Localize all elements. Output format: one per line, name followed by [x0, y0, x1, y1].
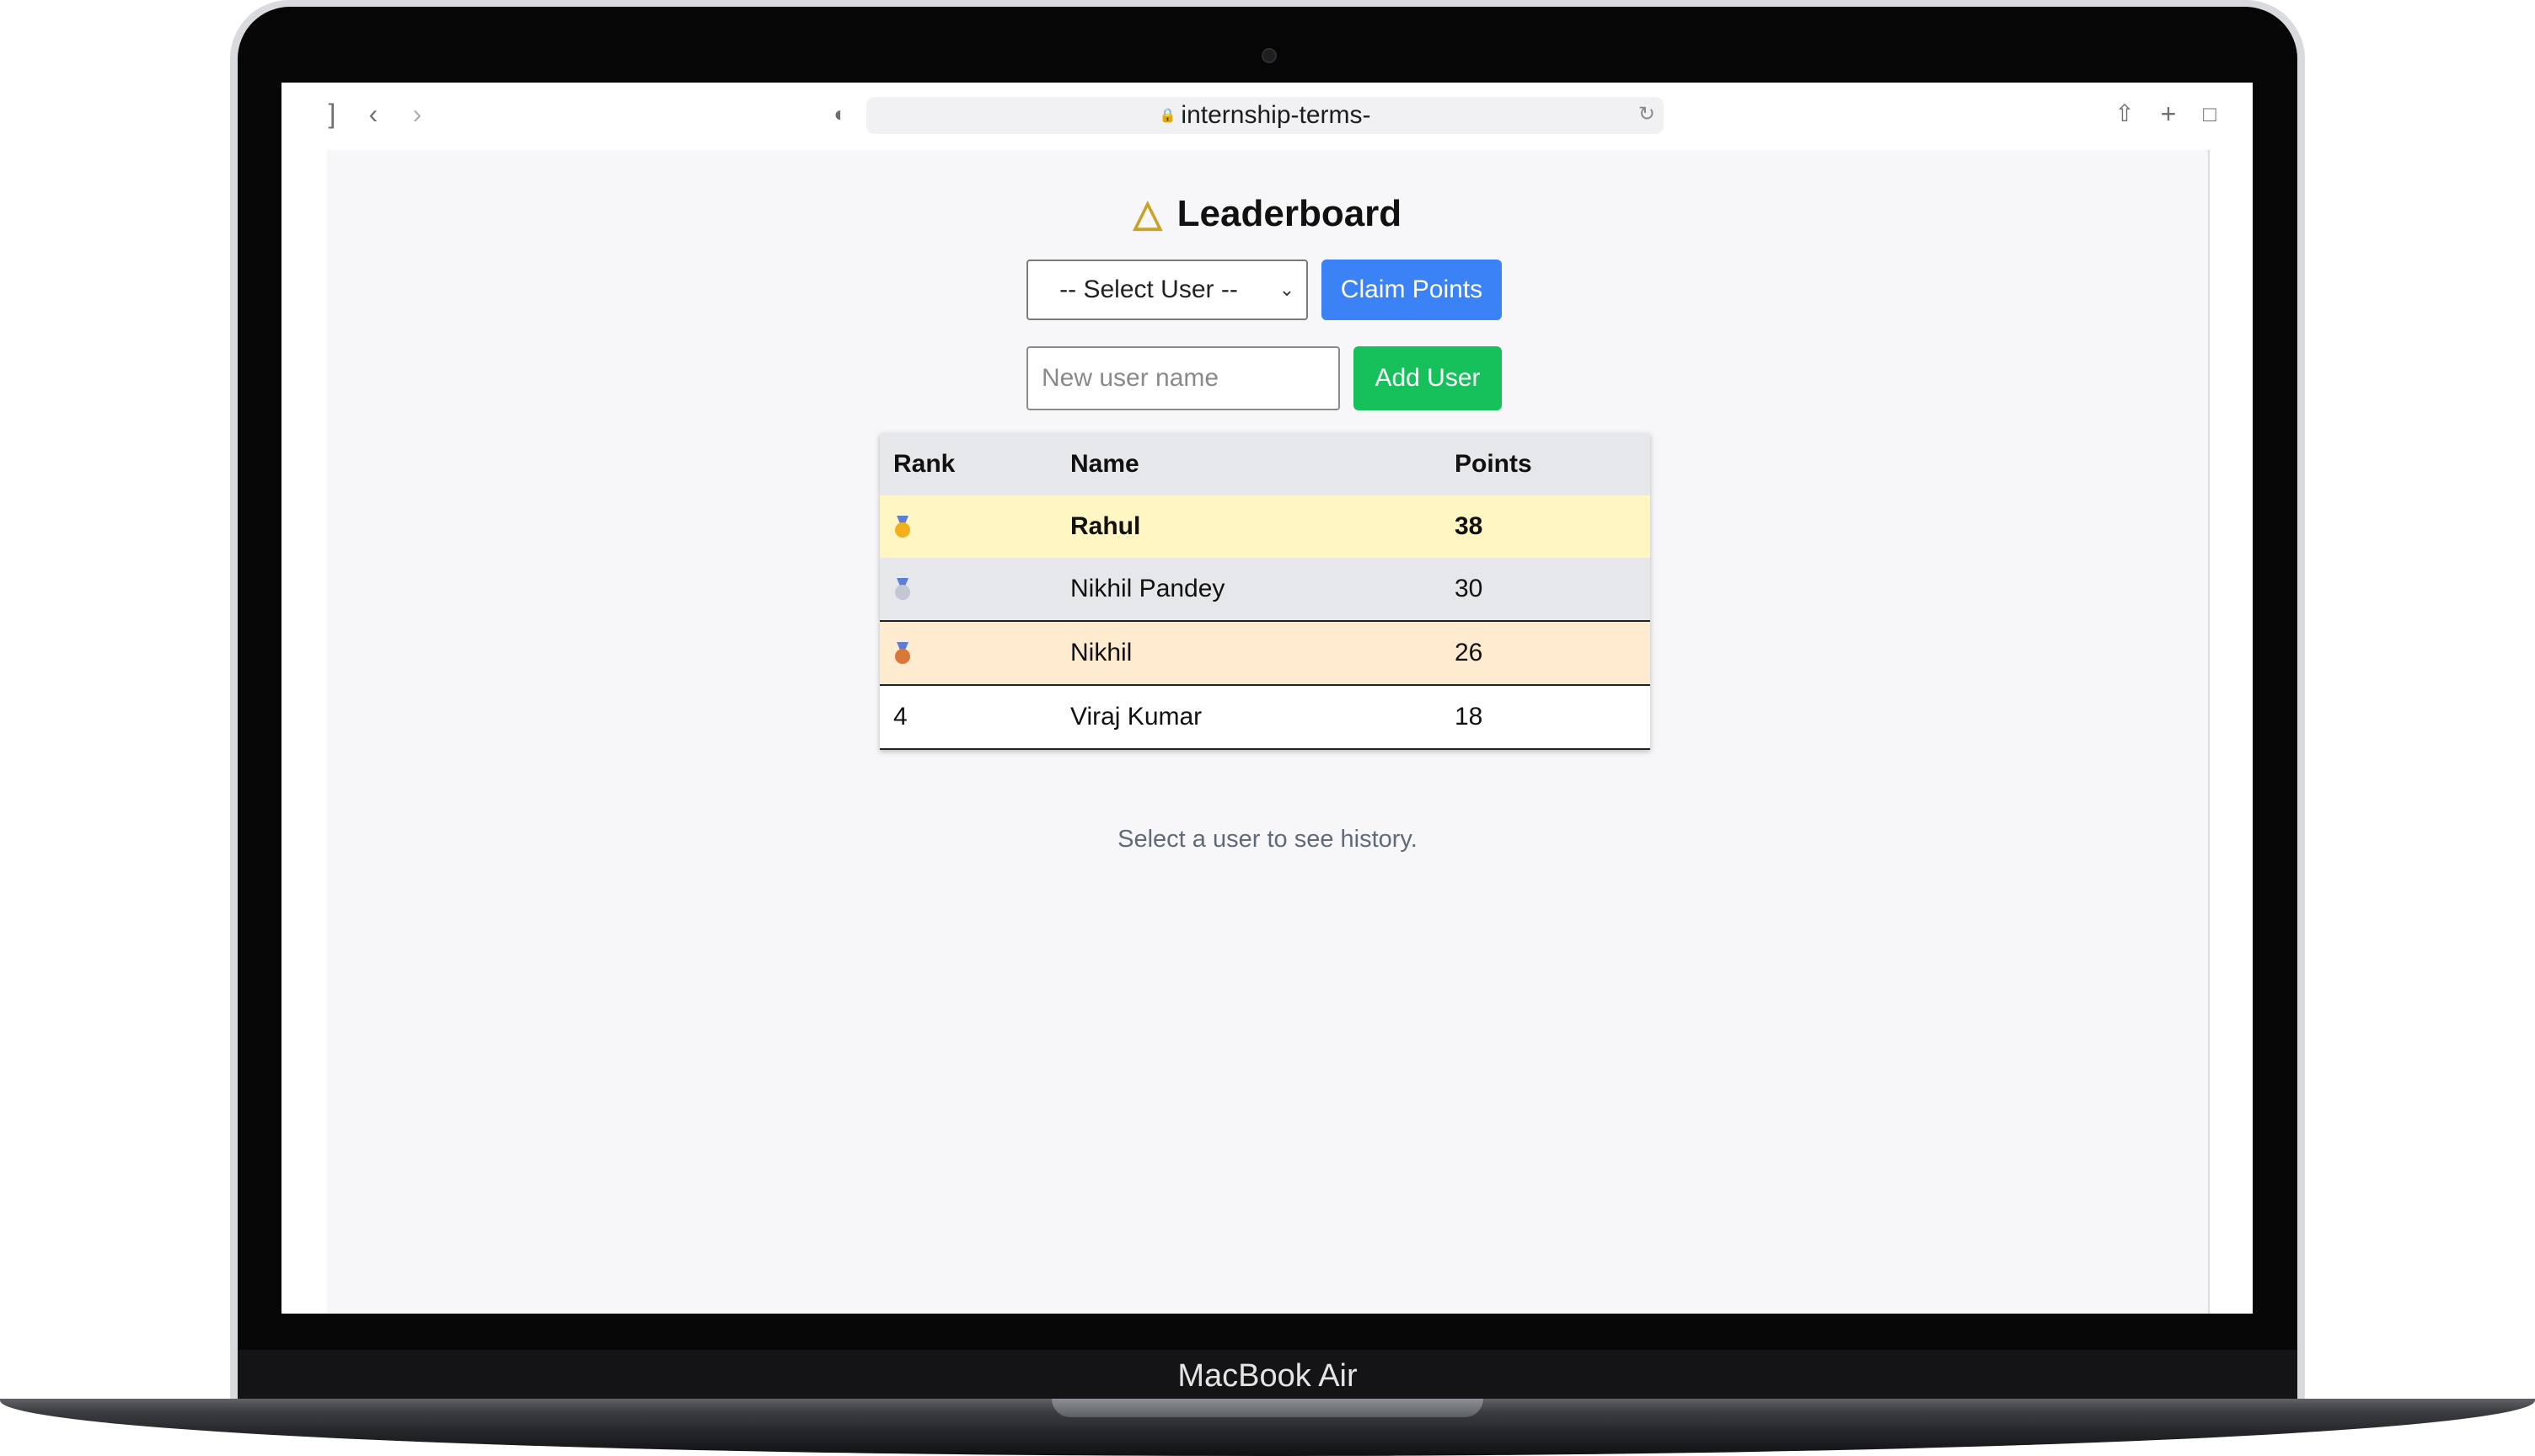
name-cell: Rahul	[1070, 512, 1141, 540]
silver-medal-icon	[893, 578, 912, 600]
history-hint: Select a user to see history.	[1117, 826, 1418, 853]
select-user-value: -- Select User --	[1059, 276, 1238, 303]
address-bar[interactable]: 🔒 internship-terms- ↻	[866, 97, 1664, 134]
back-icon[interactable]: ‹	[361, 99, 386, 128]
reload-icon[interactable]: ↻	[1638, 102, 1655, 126]
table-header-row: Rank Name Points	[880, 433, 1650, 495]
url-field[interactable]: 🔒 internship-terms-	[866, 97, 1664, 134]
add-user-button[interactable]: Add User	[1353, 346, 1502, 410]
forward-icon[interactable]: ›	[405, 99, 430, 128]
name-cell: Nikhil	[1070, 639, 1133, 666]
laptop-hinge	[1052, 1399, 1483, 1417]
new-tab-icon[interactable]: +	[2154, 99, 2183, 128]
new-user-placeholder: New user name	[1042, 364, 1219, 392]
trophy-icon: △	[1133, 193, 1162, 234]
browser-toolbar: ] ‹ › ◐ 🔒 internship-terms- ↻ ⇧ + □	[281, 83, 2253, 150]
table-row: Nikhil Pandey 30	[880, 558, 1650, 622]
name-cell: Viraj Kumar	[1070, 703, 1203, 731]
points-cell: 38	[1455, 512, 1483, 540]
share-icon[interactable]: ⇧	[2110, 99, 2139, 128]
lock-icon: 🔒	[1159, 109, 1176, 124]
bronze-medal-icon	[893, 642, 912, 664]
leaderboard-table: Rank Name Points Rahul 38 Nikhil Pandey …	[880, 433, 1650, 750]
points-cell: 30	[1455, 575, 1483, 602]
table-row: Nikhil 26	[880, 622, 1650, 686]
chevron-down-icon: ⌄	[1278, 279, 1295, 300]
tabs-icon[interactable]: □	[2201, 99, 2218, 128]
points-cell: 26	[1455, 639, 1483, 666]
rank-cell	[893, 495, 912, 558]
header-name: Name	[1070, 450, 1139, 478]
points-cell: 18	[1455, 703, 1483, 731]
camera-icon	[1262, 48, 1277, 63]
table-row: Rahul 38	[880, 495, 1650, 558]
page-title-text: Leaderboard	[1176, 193, 1402, 234]
rank-cell	[893, 558, 912, 620]
device-brand-label: MacBook Air	[1177, 1358, 1358, 1394]
sidebar-icon[interactable]: ]	[324, 99, 340, 128]
header-points: Points	[1455, 450, 1532, 478]
table-row: 4 Viraj Kumar 18	[880, 686, 1650, 750]
select-user-dropdown[interactable]: -- Select User -- ⌄	[1026, 260, 1308, 320]
gold-medal-icon	[893, 516, 912, 538]
name-cell: Nikhil Pandey	[1070, 575, 1225, 602]
new-user-input[interactable]: New user name	[1026, 346, 1340, 410]
rank-cell: 4	[893, 703, 908, 731]
page-content: △ Leaderboard -- Select User -- ⌄ Claim P…	[327, 150, 2208, 1314]
page-edge	[2208, 150, 2210, 1314]
header-rank: Rank	[893, 450, 956, 478]
browser-window: ] ‹ › ◐ 🔒 internship-terms- ↻ ⇧ + □ △ Lead…	[281, 83, 2253, 1314]
page-title: △ Leaderboard	[327, 187, 2208, 241]
rank-cell	[893, 622, 912, 684]
shield-icon[interactable]: ◐	[826, 99, 855, 128]
url-text: internship-terms-	[1181, 101, 1371, 129]
claim-points-button[interactable]: Claim Points	[1321, 260, 1502, 320]
